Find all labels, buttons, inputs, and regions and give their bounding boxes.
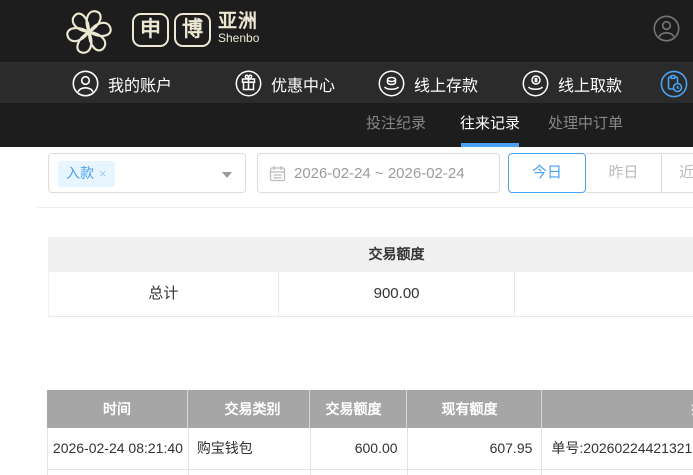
brand-subtitle: Shenbo: [218, 31, 260, 45]
cell-amount: [311, 470, 408, 475]
nav-label: 线上取款: [558, 77, 623, 95]
tab-betting-records[interactable]: 投注纪录: [366, 103, 426, 147]
summary-header-amount: 交易额度: [368, 246, 425, 262]
nav-label: 我的账户: [108, 77, 173, 95]
tag-close-icon[interactable]: ×: [99, 166, 107, 181]
yesterday-button[interactable]: 昨日: [586, 153, 662, 193]
date-range-value: 2026-02-24 ~ 2026-02-24: [294, 164, 465, 182]
deposit-hand-coins-icon: [378, 70, 405, 97]
cell-type: [189, 470, 311, 475]
cell-time: [48, 470, 189, 475]
nav-item-online-withdraw[interactable]: 线上取款: [522, 63, 622, 104]
recent-days-button[interactable]: 近: [662, 153, 693, 193]
today-button[interactable]: 今日: [508, 153, 586, 193]
brand-char-shen[interactable]: 申: [132, 13, 169, 47]
nav-item-my-account[interactable]: 我的账户: [72, 63, 172, 104]
records-table: 时间 交易类别 交易额度 现有额度 摘要 2026-02-24 08:21:40…: [47, 390, 693, 475]
summary-header-row: 交易额度: [48, 237, 693, 272]
transaction-type-select[interactable]: 入款 ×: [48, 153, 246, 193]
tab-transaction-records[interactable]: 往来记录: [460, 103, 520, 147]
header-type: 交易类别: [188, 390, 310, 428]
tag-label: 入款: [66, 165, 94, 181]
date-range-input[interactable]: 2026-02-24 ~ 2026-02-24: [257, 153, 500, 193]
account-user-icon: [72, 70, 99, 97]
header-amount: 交易额度: [310, 390, 407, 428]
cell-type: 购宝钱包: [189, 428, 311, 469]
selected-type-tag: 入款 ×: [58, 161, 115, 187]
table-row-partial: [47, 470, 693, 475]
cell-balance: [408, 470, 543, 475]
brand-bar: 申 博 亚洲 Shenbo: [0, 0, 693, 62]
brand-region: 亚洲: [218, 11, 259, 32]
withdraw-hand-coin-icon: [522, 70, 549, 97]
brand-region-block: 亚洲 Shenbo: [218, 12, 259, 45]
records-tab-bar: 投注纪录 往来记录 处理中订单: [0, 103, 693, 147]
summary-header-empty: [48, 237, 278, 272]
header-summary: 摘要: [542, 390, 693, 428]
cell-time: 2026-02-24 08:21:40: [48, 428, 189, 469]
cell-summary: [542, 470, 693, 475]
cell-summary: 单号:20260224421321: [542, 428, 693, 469]
page: 申 博 亚洲 Shenbo 我的账户 优惠中心 线上存款 线上取款 投注纪录 往…: [0, 0, 693, 475]
summary-total-label: 总计: [49, 272, 279, 316]
section-divider: [37, 207, 693, 208]
promo-gift-icon: [235, 70, 262, 97]
summary-total-amount: 900.00: [279, 272, 516, 316]
header-time: 时间: [47, 390, 188, 428]
nav-item-transaction-records[interactable]: [660, 63, 688, 104]
main-nav: 我的账户 优惠中心 线上存款 线上取款: [0, 62, 693, 103]
nav-item-online-deposit[interactable]: 线上存款: [378, 63, 478, 104]
calendar-icon: [269, 165, 286, 181]
summary-empty-cell: [515, 272, 693, 316]
nav-label: 线上存款: [414, 77, 479, 95]
nav-label: 优惠中心: [271, 77, 336, 95]
nav-item-promotions[interactable]: 优惠中心: [235, 63, 335, 104]
cell-balance: 607.95: [408, 428, 543, 469]
cell-amount: 600.00: [311, 428, 408, 469]
summary-total-row: 总计 900.00: [48, 272, 693, 317]
flower-logo-icon: [66, 10, 112, 54]
quick-date-buttons: 今日 昨日 近: [508, 153, 693, 193]
brand-char-bo[interactable]: 博: [174, 13, 211, 47]
tab-processing-orders[interactable]: 处理中订单: [548, 103, 623, 147]
header-balance: 现有额度: [407, 390, 542, 428]
summary-header-empty: [515, 237, 693, 272]
records-header-row: 时间 交易类别 交易额度 现有额度 摘要: [47, 390, 693, 428]
records-clipboard-clock-icon: [660, 70, 688, 97]
user-circle-icon[interactable]: [653, 15, 680, 42]
summary-table: 交易额度 总计 900.00: [48, 237, 693, 317]
table-row: 2026-02-24 08:21:40 购宝钱包 600.00 607.95 单…: [47, 428, 693, 470]
caret-down-icon: [222, 172, 232, 178]
